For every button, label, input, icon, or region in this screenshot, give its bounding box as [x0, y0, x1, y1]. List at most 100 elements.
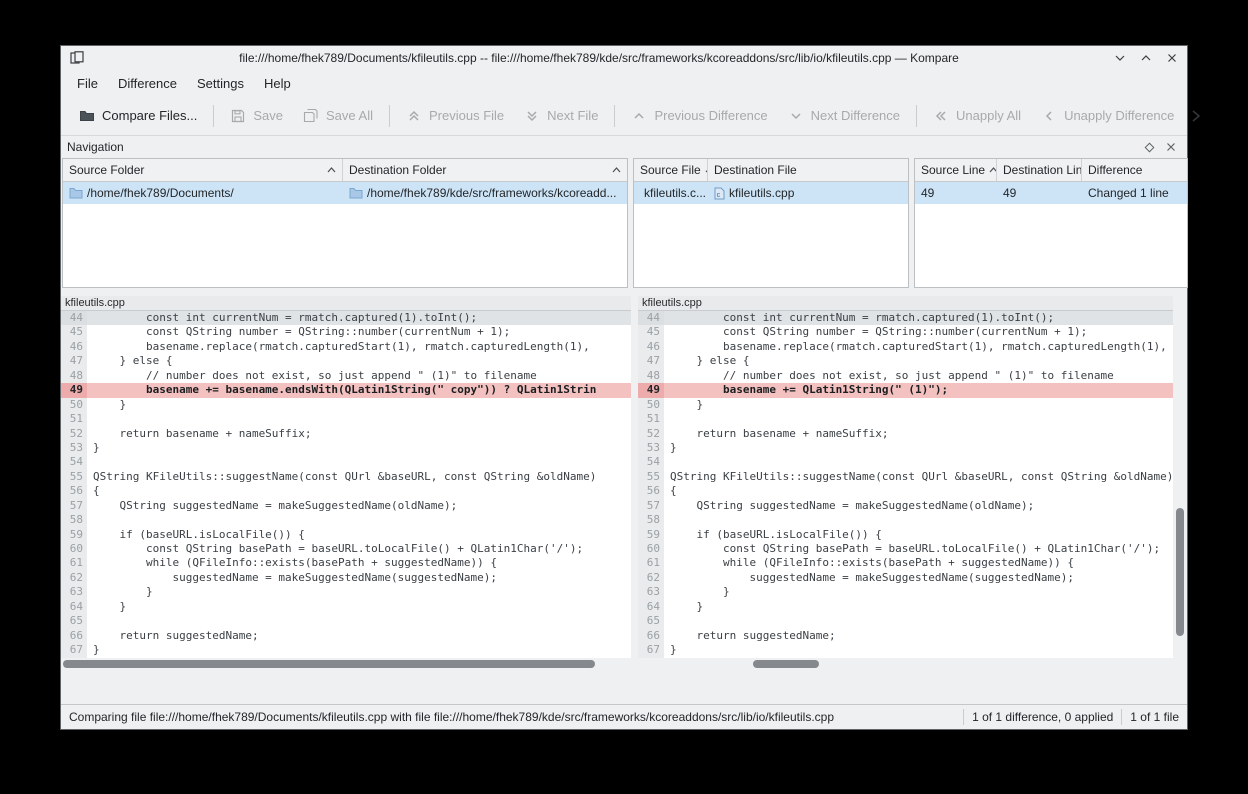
line-number: 47 — [638, 354, 664, 368]
app-icon[interactable] — [69, 50, 85, 66]
folders-row-selected[interactable]: /home/fhek789/Documents/ /home/fhek789/k… — [63, 182, 627, 204]
line-number: 51 — [61, 412, 87, 426]
line-text: } else { — [87, 354, 631, 368]
column-header-difference[interactable]: Difference — [1082, 159, 1187, 181]
code-line: 57 QString suggestedName = makeSuggested… — [638, 499, 1173, 513]
double-chevron-left-icon — [933, 108, 949, 124]
line-number: 56 — [638, 484, 664, 498]
line-number: 66 — [638, 629, 664, 643]
code-line: 61 while (QFileInfo::exists(basePath + s… — [61, 556, 631, 570]
dock-float-button[interactable] — [1141, 139, 1157, 155]
line-text: if (baseURL.isLocalFile()) { — [87, 528, 631, 542]
kompare-window: file:///home/fhek789/Documents/kfileutil… — [60, 45, 1188, 730]
changed-code-line[interactable]: 49 basename += QLatin1String(" (1)"); — [638, 383, 1173, 397]
files-row-selected[interactable]: c kfileutils.c... c kfileutils.cpp — [634, 182, 908, 204]
line-number: 59 — [638, 528, 664, 542]
destination-horizontal-scrollbar[interactable] — [638, 658, 1173, 670]
line-number: 48 — [61, 369, 87, 383]
toolbar-separator — [213, 105, 214, 127]
code-line: 46 basename.replace(rmatch.capturedStart… — [61, 340, 631, 354]
save-button: Save — [220, 102, 293, 130]
line-text: return suggestedName; — [664, 629, 1173, 643]
code-line: 45 const QString number = QString::numbe… — [61, 325, 631, 339]
line-text: } — [664, 600, 1173, 614]
navigation-dock-title: Navigation — [67, 140, 124, 154]
toolbar-overflow-button[interactable] — [1184, 105, 1206, 127]
line-number: 63 — [638, 585, 664, 599]
source-pane-title: kfileutils.cpp — [61, 296, 631, 311]
line-text: return basename + nameSuffix; — [87, 427, 631, 441]
code-line: 57 QString suggestedName = makeSuggested… — [61, 499, 631, 513]
line-text — [87, 455, 631, 469]
save-icon — [230, 108, 246, 124]
next-difference-button: Next Difference — [778, 102, 910, 130]
scrollbar-thumb[interactable] — [63, 660, 595, 668]
line-text — [664, 412, 1173, 426]
folder-icon — [69, 187, 83, 199]
column-header-source-file[interactable]: Source File — [634, 159, 708, 181]
line-text: basename += basename.endsWith(QLatin1Str… — [87, 383, 631, 397]
folder-icon — [349, 187, 363, 199]
line-number: 54 — [61, 455, 87, 469]
navigation-panel: Source Folder Destination Folder /home/f… — [61, 158, 1187, 292]
cpp-file-icon: c — [714, 187, 725, 200]
column-header-destination-line[interactable]: Destination Line — [997, 159, 1082, 181]
code-line: 59 if (baseURL.isLocalFile()) { — [638, 528, 1173, 542]
code-line: 59 if (baseURL.isLocalFile()) { — [61, 528, 631, 542]
code-line: 62 suggestedName = makeSuggestedName(sug… — [61, 571, 631, 585]
line-text: QString KFileUtils::suggestName(const QU… — [664, 470, 1173, 484]
files-list-header: Source File Destination File — [634, 159, 908, 182]
line-number: 51 — [638, 412, 664, 426]
line-text: basename.replace(rmatch.capturedStart(1)… — [664, 340, 1173, 354]
status-message: Comparing file file:///home/fhek789/Docu… — [69, 710, 955, 724]
column-header-destination-folder[interactable]: Destination Folder — [343, 159, 627, 181]
line-text: } — [87, 585, 631, 599]
source-code-view[interactable]: 44 const int currentNum = rmatch.capture… — [61, 311, 631, 658]
vertical-scrollbar[interactable] — [1173, 296, 1187, 670]
line-text: } — [87, 398, 631, 412]
line-text: const QString number = QString::number(c… — [664, 325, 1173, 339]
line-number: 57 — [61, 499, 87, 513]
menubar: File Difference Settings Help — [61, 70, 1187, 96]
menu-file[interactable]: File — [67, 73, 108, 94]
code-line: 56{ — [61, 484, 631, 498]
scrollbar-thumb[interactable] — [1176, 508, 1184, 636]
menu-settings[interactable]: Settings — [187, 73, 254, 94]
destination-code-view[interactable]: 44 const int currentNum = rmatch.capture… — [638, 311, 1173, 658]
destination-pane: kfileutils.cpp 44 const int currentNum =… — [638, 296, 1173, 670]
code-line: 50 } — [61, 398, 631, 412]
double-chevron-down-icon — [524, 108, 540, 124]
code-line: 45 const QString number = QString::numbe… — [638, 325, 1173, 339]
minimize-button[interactable] — [1113, 51, 1127, 65]
source-horizontal-scrollbar[interactable] — [61, 658, 631, 670]
code-line: 46 basename.replace(rmatch.capturedStart… — [638, 340, 1173, 354]
line-number: 57 — [638, 499, 664, 513]
code-line: 55QString KFileUtils::suggestName(const … — [638, 470, 1173, 484]
line-number: 53 — [61, 441, 87, 455]
folders-list-header: Source Folder Destination Folder — [63, 159, 627, 182]
compare-files-button[interactable]: Compare Files... — [69, 102, 207, 130]
menu-difference[interactable]: Difference — [108, 73, 187, 94]
maximize-button[interactable] — [1139, 51, 1153, 65]
changed-code-line[interactable]: 49 basename += basename.endsWith(QLatin1… — [61, 383, 631, 397]
line-text: suggestedName = makeSuggestedName(sugges… — [664, 571, 1173, 585]
line-text: basename.replace(rmatch.capturedStart(1)… — [87, 340, 631, 354]
column-header-source-folder[interactable]: Source Folder — [63, 159, 343, 181]
code-line: 61 while (QFileInfo::exists(basePath + s… — [638, 556, 1173, 570]
line-text: } — [664, 398, 1173, 412]
line-text: suggestedName = makeSuggestedName(sugges… — [87, 571, 631, 585]
column-header-source-line[interactable]: Source Line — [915, 159, 997, 181]
code-line: 67} — [61, 643, 631, 657]
menu-help[interactable]: Help — [254, 73, 301, 94]
scrollbar-thumb[interactable] — [753, 660, 819, 668]
code-line: 48 // number does not exist, so just app… — [61, 369, 631, 383]
column-header-destination-file[interactable]: Destination File — [708, 159, 908, 181]
difference-row-selected[interactable]: 49 49 Changed 1 line — [915, 182, 1187, 204]
close-button[interactable] — [1165, 51, 1179, 65]
code-line: 50 } — [638, 398, 1173, 412]
code-line: 56{ — [638, 484, 1173, 498]
line-text: } — [87, 643, 631, 657]
line-text — [664, 614, 1173, 628]
line-text: } — [87, 441, 631, 455]
dock-close-button[interactable] — [1163, 139, 1179, 155]
